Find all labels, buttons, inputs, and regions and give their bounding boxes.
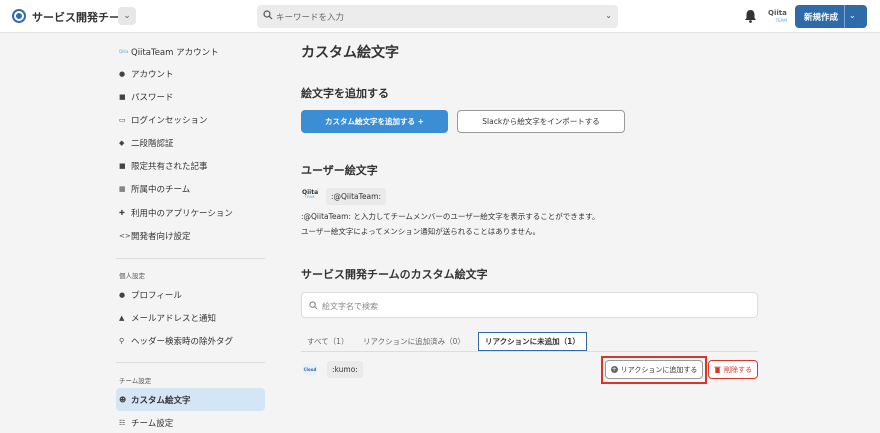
sidebar-divider [116, 258, 265, 259]
tab-reaction-not-added[interactable]: リアクションに未追加（1） [478, 332, 587, 351]
person-icon: ● [119, 69, 126, 78]
sidebar-item-developer[interactable]: <> 開発者向け設定 [116, 225, 265, 246]
delete-emoji-button[interactable]: 削除する [708, 360, 758, 379]
kumo-emoji-code: :kumo: [327, 361, 363, 378]
button-divider [844, 5, 845, 28]
sliders-icon: ☷ [119, 418, 126, 427]
trash-icon [714, 366, 721, 373]
add-to-reaction-button[interactable]: + リアクションに追加する [605, 360, 703, 379]
tabs-divider [301, 351, 758, 352]
sidebar-item-label: 二段階認証 [131, 138, 174, 149]
sidebar-item-profile[interactable]: ● プロフィール [116, 284, 265, 305]
page-title: カスタム絵文字 [301, 45, 399, 61]
bell-icon: ▲ [119, 313, 125, 322]
add-custom-emoji-button[interactable]: カスタム絵文字を追加する + [301, 110, 448, 133]
building-icon: ▦ [119, 184, 126, 193]
sidebar-item-label: チーム設定 [131, 418, 174, 429]
new-post-label: 新規作成 [804, 13, 839, 23]
import-slack-emoji-button[interactable]: Slackから絵文字をインポートする [457, 110, 625, 133]
plus-circle-icon: + [610, 366, 618, 373]
search-icon [309, 301, 318, 310]
header-search-input[interactable]: キーワードを入力 ⌄ [257, 5, 618, 28]
sidebar-item-label: ログインセッション [131, 115, 208, 126]
person-icon: ● [119, 290, 126, 299]
user-emoji-description-2: ユーザー絵文字によってメンション通知が送られることはありません。 [301, 227, 541, 236]
sidebar-item-two-factor[interactable]: ◆ 二段階認証 [116, 132, 265, 153]
sidebar-item-exclude-tags[interactable]: ⚲ ヘッダー検索時の除外タグ [116, 330, 265, 351]
tag-search-icon: ⚲ [119, 336, 125, 345]
login-session-icon: ▭ [119, 115, 126, 124]
bell-icon[interactable] [744, 9, 757, 23]
team-emoji-section-title: サービス開発チームのカスタム絵文字 [301, 268, 488, 281]
delete-label: 削除する [724, 365, 752, 374]
qiita-logo-text: Qiita [768, 9, 787, 17]
lock-icon: ■ [119, 161, 126, 170]
emoji-search-input[interactable]: 絵文字名で検索 [301, 292, 758, 318]
account-heading-label: QiitaTeam アカウント [131, 47, 219, 58]
qiita-team-emoji-image: Qiita TEAM [302, 190, 318, 200]
new-post-button[interactable]: 新規作成 ⌄ [795, 5, 867, 28]
sidebar-account-heading: Qiita QiitaTeam アカウント [116, 41, 265, 62]
kumo-emoji-image: Cloud [302, 363, 318, 376]
team-switcher-chevron-down-icon[interactable]: ⌄ [118, 7, 136, 25]
user-emoji-description-1: :@QiitaTeam: と入力してチームメンバーのユーザー絵文字を表示すること… [301, 212, 600, 221]
sidebar-item-password[interactable]: ■ パスワード [116, 86, 265, 107]
sidebar-item-custom-emoji[interactable]: ☻ カスタム絵文字 [116, 388, 265, 411]
sidebar-item-label: 利用中のアプリケーション [131, 208, 233, 219]
header-search-placeholder: キーワードを入力 [276, 13, 345, 23]
top-header: サービス開発チーム ⌄ キーワードを入力 ⌄ Qiita TEAM 新規作成 ⌄ [0, 0, 880, 33]
emoji-search-placeholder: 絵文字名で検索 [322, 302, 378, 311]
sidebar-item-label: メールアドレスと通知 [131, 313, 217, 324]
sidebar-item-label: 開発者向け設定 [131, 231, 191, 242]
search-icon [263, 10, 273, 20]
sidebar-item-applications[interactable]: ✚ 利用中のアプリケーション [116, 202, 265, 223]
emoji-logo-sub: TEAM [304, 195, 315, 199]
sidebar-item-label: パスワード [131, 92, 174, 103]
sidebar-item-label: 所属中のチーム [131, 184, 191, 195]
sidebar-team-heading: チーム設定 [119, 377, 152, 385]
team-name[interactable]: サービス開発チーム [32, 9, 131, 25]
qiita-logo-sub: TEAM [775, 18, 787, 23]
tab-reaction-added[interactable]: リアクションに追加済み（0） [363, 332, 465, 351]
tab-all[interactable]: すべて（1） [307, 332, 348, 351]
team-logo-icon[interactable] [12, 9, 26, 23]
shield-icon: ◆ [119, 138, 125, 147]
sidebar-item-email-notify[interactable]: ▲ メールアドレスと通知 [116, 307, 265, 328]
sidebar-item-label: アカウント [131, 69, 174, 80]
qiita-team-small-icon: Qiita [119, 49, 129, 54]
add-to-reaction-label: リアクションに追加する [620, 365, 698, 374]
user-emoji-code: :@QiitaTeam: [326, 188, 386, 205]
sidebar-item-label: 限定共有された記事 [131, 161, 208, 172]
new-post-chevron-down-icon[interactable]: ⌄ [849, 11, 856, 20]
sidebar-item-team-settings[interactable]: ☷ チーム設定 [116, 412, 265, 433]
sidebar-divider [116, 362, 265, 363]
sidebar-item-account[interactable]: ● アカウント [116, 63, 265, 84]
qiita-team-logo[interactable]: Qiita TEAM [768, 10, 787, 24]
puzzle-icon: ✚ [119, 208, 125, 217]
user-emoji-section-title: ユーザー絵文字 [301, 164, 378, 177]
sidebar-item-teams[interactable]: ▦ 所属中のチーム [116, 178, 265, 199]
add-emoji-section-title: 絵文字を追加する [301, 87, 389, 100]
sidebar-item-login-session[interactable]: ▭ ログインセッション [116, 109, 265, 130]
sidebar-personal-heading: 個人設定 [119, 272, 145, 280]
sidebar-item-limited-share[interactable]: ■ 限定共有された記事 [116, 155, 265, 176]
sidebar-item-label: ヘッダー検索時の除外タグ [131, 336, 234, 347]
code-icon: <> [119, 231, 131, 240]
sidebar-item-label: プロフィール [131, 290, 182, 301]
lock-icon: ■ [119, 92, 126, 101]
search-chevron-down-icon[interactable]: ⌄ [605, 11, 612, 20]
sidebar-item-label: カスタム絵文字 [131, 395, 191, 406]
smile-icon: ☻ [119, 395, 127, 404]
